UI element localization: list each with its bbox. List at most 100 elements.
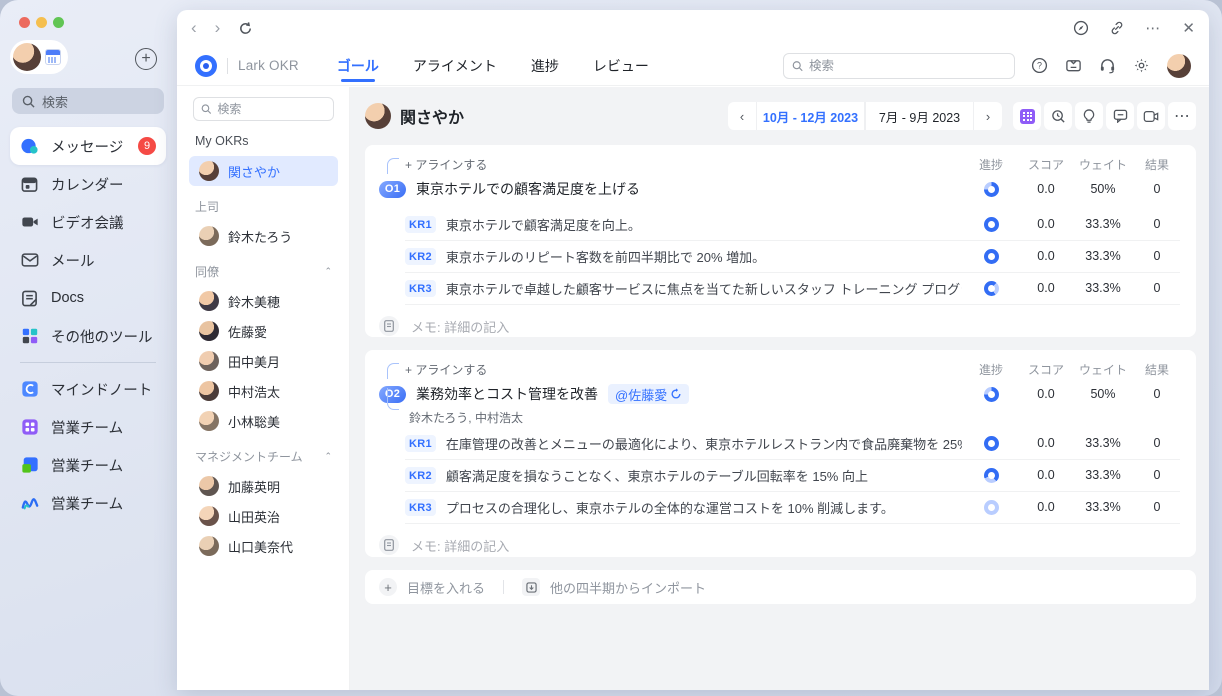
kr-progress[interactable]: [962, 281, 1020, 296]
person-item-me[interactable]: 関さやか: [189, 156, 338, 186]
kr-progress[interactable]: [962, 436, 1020, 451]
more-tools-grid-icon: [20, 327, 39, 346]
kr-badge: KR3: [405, 499, 436, 516]
search-icon: [22, 95, 35, 108]
sidebar-item-sales-team-3[interactable]: 営業チーム: [10, 484, 166, 522]
close-tab-button[interactable]: ✕: [1182, 19, 1195, 37]
person-item[interactable]: 鈴木たろう: [193, 221, 334, 251]
col-weight: ウェイト: [1072, 361, 1134, 378]
kr-row[interactable]: KR2 東京ホテルのリピート客数を前四半期比で 20% 増加。 0.0 33.3…: [405, 241, 1180, 273]
person-item[interactable]: 中村浩太: [193, 376, 334, 406]
lark-okr-logo: [195, 55, 217, 77]
prev-quarter-button[interactable]: ‹: [728, 102, 756, 130]
tab-review[interactable]: レビュー: [593, 46, 649, 86]
kr-progress[interactable]: [962, 249, 1020, 264]
memo-field[interactable]: メモ: 詳細の記入: [379, 524, 1180, 566]
collapse-chevron-icon[interactable]: ⌃: [324, 266, 332, 277]
back-button[interactable]: ‹: [191, 18, 197, 38]
kr-row[interactable]: KR3 東京ホテルで卓越した顧客サービスに焦点を当てた新しいスタッフ トレーニン…: [405, 273, 1180, 305]
quarter-tab-previous[interactable]: 7月 - 9月 2023: [865, 102, 974, 130]
app-search[interactable]: [783, 53, 1015, 79]
my-okrs-label: My OKRs: [195, 134, 332, 148]
memo-field[interactable]: メモ: 詳細の記入: [379, 305, 1180, 347]
person-item[interactable]: 小林聡美: [193, 406, 334, 436]
sidebar-item-sales-team-2[interactable]: 営業チーム: [10, 446, 166, 484]
import-icon[interactable]: [522, 578, 540, 596]
add-objective-icon[interactable]: +: [379, 578, 397, 596]
collapse-chevron-icon[interactable]: ⌃: [324, 451, 332, 462]
forward-button[interactable]: ›: [215, 18, 221, 38]
more-options-button[interactable]: ⋯: [1145, 19, 1162, 37]
person-item[interactable]: 佐藤愛: [193, 316, 334, 346]
refresh-button[interactable]: [238, 21, 253, 36]
minimize-window-button[interactable]: [36, 17, 47, 28]
comments-button[interactable]: [1106, 102, 1134, 130]
objective-score: 0.0: [1020, 387, 1072, 401]
import-from-quarter-button[interactable]: 他の四半期からインポート: [550, 578, 706, 597]
person-item[interactable]: 田中美月: [193, 346, 334, 376]
tab-alignment[interactable]: アライメント: [413, 46, 497, 86]
zoom-window-button[interactable]: [53, 17, 64, 28]
objective-title[interactable]: 東京ホテルでの顧客満足度を上げる: [416, 179, 640, 199]
kr-row[interactable]: KR3 プロセスの合理化し、東京ホテルの全体的な運営コストを 10% 削減します…: [405, 492, 1180, 524]
add-button[interactable]: +: [135, 48, 157, 70]
align-link[interactable]: + アラインする: [405, 361, 487, 378]
sidebar-item-calendar[interactable]: カレンダー: [10, 165, 166, 203]
sidebar-item-sales-team-1[interactable]: 営業チーム: [10, 408, 166, 446]
settings-gear-icon[interactable]: [1133, 57, 1150, 74]
contributors[interactable]: 鈴木たろう, 中村浩太: [409, 408, 1180, 426]
profile-avatar[interactable]: [1167, 54, 1191, 78]
global-search[interactable]: 検索: [12, 88, 164, 114]
video-record-button[interactable]: [1137, 102, 1165, 130]
person-item[interactable]: 山田英治: [193, 501, 334, 531]
next-quarter-button[interactable]: ›: [974, 102, 1002, 130]
okr-people-search-input[interactable]: [217, 102, 326, 116]
kr-row[interactable]: KR1 東京ホテルで顧客満足度を向上。 0.0 33.3% 0: [405, 209, 1180, 241]
sidebar-item-messages[interactable]: メッセージ 9: [10, 127, 166, 165]
close-window-button[interactable]: [19, 17, 30, 28]
app-name: Lark OKR: [238, 58, 299, 73]
announcement-icon[interactable]: [1065, 57, 1082, 74]
tab-goals[interactable]: ゴール: [337, 46, 379, 86]
profile-pill[interactable]: [10, 40, 68, 74]
kr-text: 東京ホテルで卓越した顧客サービスに焦点を当てた新しいスタッフ トレーニング プロ…: [446, 279, 962, 298]
objective-progress[interactable]: [962, 181, 1020, 196]
objective-title[interactable]: 業務効率とコスト管理を改善: [416, 384, 598, 404]
svg-text:?: ?: [1037, 61, 1042, 71]
avatar: [199, 161, 219, 181]
sidebar-item-mail[interactable]: メール: [10, 241, 166, 279]
tab-progress[interactable]: 進捗: [531, 46, 559, 86]
sidebar-item-more-tools[interactable]: その他のツール: [10, 317, 166, 355]
link-icon[interactable]: [1109, 20, 1125, 36]
align-link[interactable]: + アラインする: [405, 156, 487, 173]
kr-row[interactable]: KR2 顧客満足度を損なうことなく、東京ホテルのテーブル回転率を 15% 向上 …: [405, 460, 1180, 492]
person-item[interactable]: 加藤英明: [193, 471, 334, 501]
quarter-tab-current[interactable]: 10月 - 12月 2023: [756, 102, 865, 130]
kr-result: 0: [1134, 468, 1180, 482]
col-progress: 進捗: [962, 156, 1020, 173]
objective-progress[interactable]: [962, 386, 1020, 401]
sidebar-item-mindnotes[interactable]: マインドノート: [10, 370, 166, 408]
kr-row[interactable]: KR1 在庫管理の改善とメニューの最適化により、東京ホテルレストラン内で食品廃棄…: [405, 428, 1180, 460]
sidebar-item-video-meeting[interactable]: ビデオ会議: [10, 203, 166, 241]
help-icon[interactable]: ?: [1031, 57, 1048, 74]
objective-card-2: + アラインする 進捗 スコア ウェイト 結果 O2 業務効率とコスト管理を改善…: [365, 350, 1196, 557]
tips-button[interactable]: [1075, 102, 1103, 130]
add-objective-button[interactable]: 目標を入れる: [407, 578, 485, 597]
person-item[interactable]: 鈴木美穂: [193, 286, 334, 316]
sidebar-item-docs[interactable]: Docs: [10, 279, 166, 317]
person-item[interactable]: 山口美奈代: [193, 531, 334, 561]
user-avatar[interactable]: [13, 43, 41, 71]
app-search-input[interactable]: [809, 59, 1006, 73]
headset-icon[interactable]: [1099, 57, 1116, 74]
kr-progress[interactable]: [962, 217, 1020, 232]
okr-people-search[interactable]: [193, 97, 334, 121]
more-actions-button[interactable]: ⋯: [1168, 102, 1196, 130]
mention-chip[interactable]: @佐藤愛: [608, 384, 689, 404]
compass-icon[interactable]: [1073, 20, 1089, 36]
apps-button[interactable]: [1013, 102, 1041, 130]
kr-progress[interactable]: [962, 500, 1020, 515]
kr-progress[interactable]: [962, 468, 1020, 483]
history-search-button[interactable]: [1044, 102, 1072, 130]
kr-result: 0: [1134, 249, 1180, 263]
